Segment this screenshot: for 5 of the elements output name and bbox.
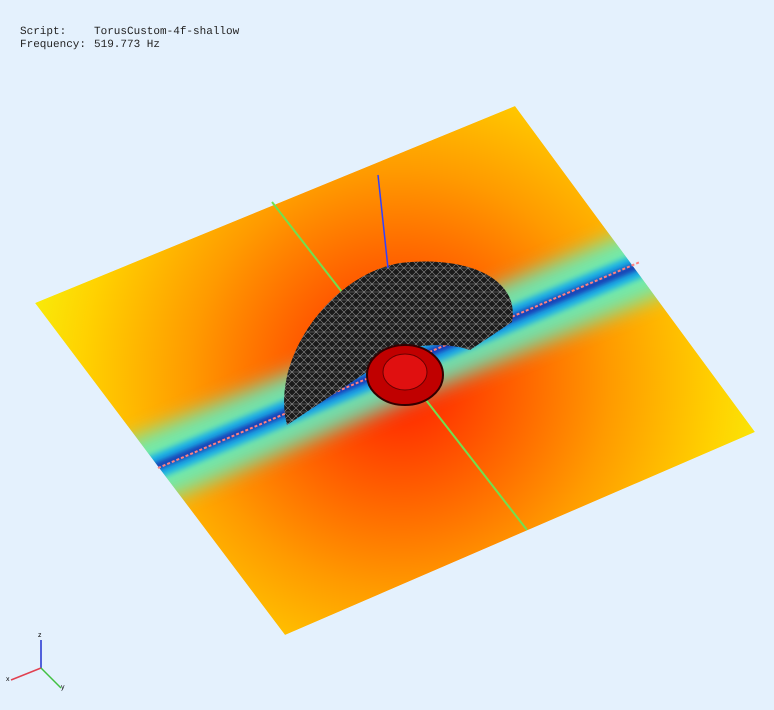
info-label: Script: [20,26,68,39]
axis-triad-drawing [10,640,62,689]
info-label: Frequency: [20,39,88,52]
info-value: 519.773 Hz [94,39,160,52]
info-value: TorusCustom-4f-shallow [94,26,240,39]
